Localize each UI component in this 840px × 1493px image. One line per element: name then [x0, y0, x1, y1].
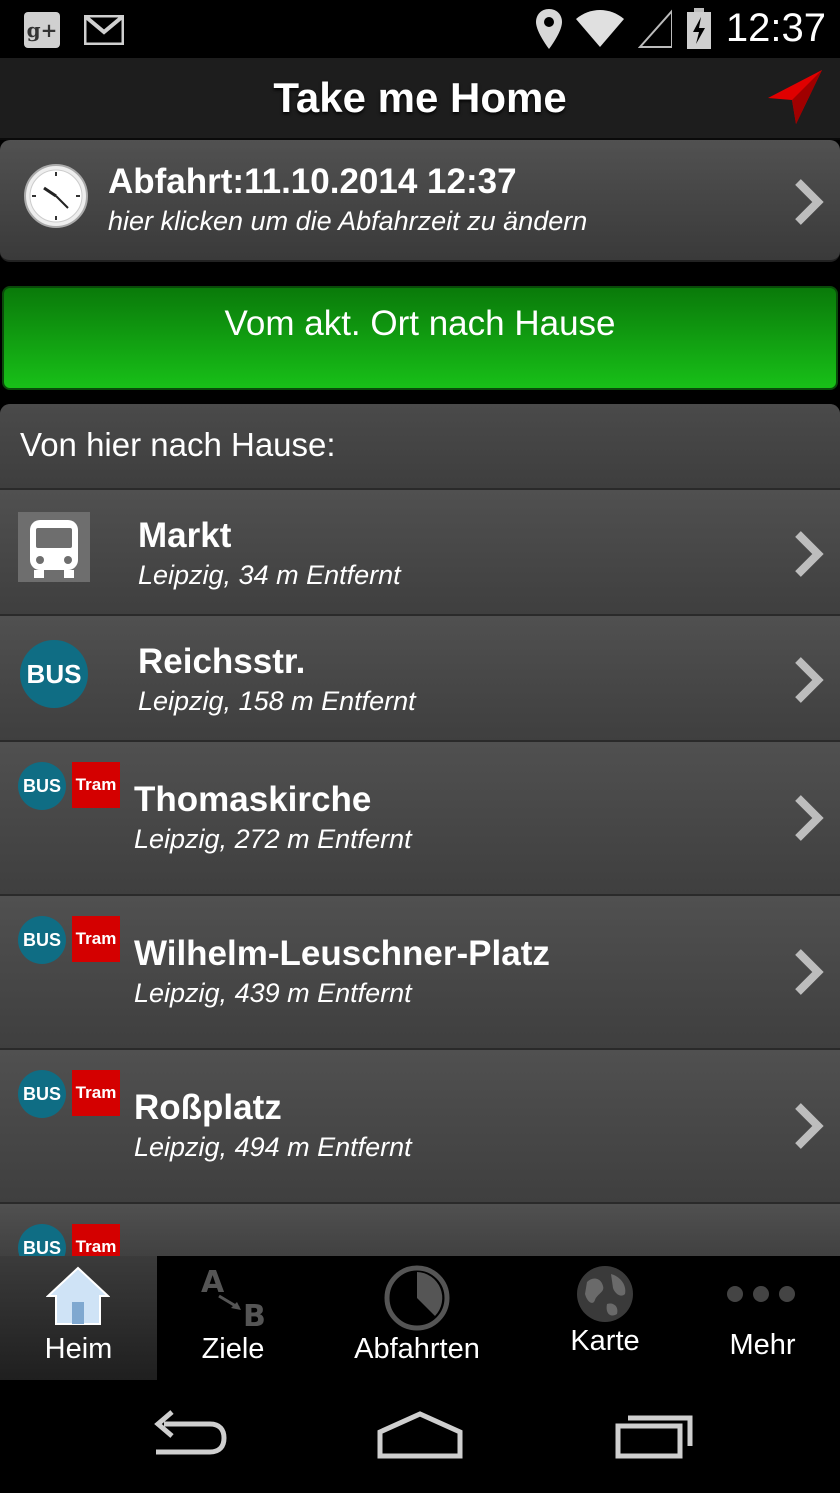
home-icon [46, 1266, 110, 1325]
globe-icon [577, 1266, 633, 1322]
list-item[interactable]: BUS Tram Wilhelm-Leuschner-Platz Leipzig… [0, 896, 840, 1050]
stop-name: Reichsstr. [138, 642, 306, 681]
tab-karte[interactable]: Karte [525, 1256, 685, 1380]
departure-time-card[interactable]: Abfahrt:11.10.2014 12:37 hier klicken um… [0, 140, 840, 262]
tab-ziele[interactable]: A B Ziele [157, 1256, 309, 1380]
google-plus-icon: g+ [24, 12, 60, 48]
stops-list-heading: Von hier nach Hause: [0, 404, 840, 490]
app-header: Take me Home [0, 58, 840, 140]
chevron-right-icon [795, 179, 824, 225]
svg-text:A: A [201, 1265, 225, 1300]
tab-mehr[interactable]: Mehr [685, 1256, 840, 1380]
home-nav-icon[interactable] [376, 1410, 464, 1460]
bus-stop-icon [18, 512, 90, 582]
list-item[interactable]: Markt Leipzig, 34 m Entfernt [0, 490, 840, 616]
signal-icon [637, 8, 672, 48]
stop-distance: Leipzig, 158 m Entfernt [138, 686, 416, 716]
more-dots-icon [727, 1286, 795, 1302]
tab-label: Mehr [729, 1329, 796, 1361]
tab-heim[interactable]: Heim [0, 1256, 157, 1380]
notification-icons: g+ [24, 12, 124, 48]
stop-name: Thomaskirche [134, 780, 372, 819]
stop-distance: Leipzig, 494 m Entfernt [134, 1132, 412, 1162]
wifi-icon [575, 9, 624, 47]
stop-distance: Leipzig, 272 m Entfernt [134, 824, 412, 854]
chevron-right-icon [795, 531, 824, 577]
go-home-button[interactable]: Vom akt. Ort nach Hause [2, 286, 838, 390]
clock-time: 12:37 [725, 6, 826, 50]
list-item[interactable]: BUS Tram Roßplatz Leipzig, 494 m Entfern… [0, 1050, 840, 1204]
page-title: Take me Home [273, 74, 567, 121]
chevron-right-icon [795, 657, 824, 703]
list-item[interactable]: BUS Tram Thomaskirche Leipzig, 272 m Ent… [0, 742, 840, 896]
clock-icon [24, 164, 88, 228]
list-item[interactable]: BUS Tram [0, 1204, 840, 1256]
tram-icon: Tram [72, 1070, 120, 1116]
tab-label: Heim [44, 1333, 113, 1365]
stop-name: Markt [138, 516, 232, 555]
stop-name: Roßplatz [134, 1088, 282, 1127]
system-icons: 12:37 [535, 6, 826, 51]
departure-time-hint: hier klicken um die Abfahrzeit zu ändern [108, 206, 588, 236]
tab-label: Karte [570, 1325, 640, 1357]
back-icon[interactable] [146, 1410, 228, 1460]
stop-distance: Leipzig, 34 m Entfernt [138, 560, 401, 590]
location-icon [535, 8, 562, 49]
a-to-b-icon: A B [201, 1265, 266, 1330]
battery-charging-icon [686, 7, 711, 49]
svg-text:B: B [243, 1299, 266, 1330]
bus-icon: BUS [18, 916, 66, 964]
gmail-icon [84, 15, 124, 45]
bottom-tab-bar: Heim A B Ziele Abfahrten Karte Mehr [0, 1256, 840, 1380]
recents-icon[interactable] [614, 1410, 698, 1460]
tab-label: Abfahrten [354, 1333, 480, 1365]
bus-icon: BUS [18, 762, 66, 810]
tram-icon: Tram [72, 1224, 120, 1256]
bus-icon: BUS [18, 1224, 66, 1256]
departure-time-title: Abfahrt:11.10.2014 12:37 [108, 162, 517, 201]
chevron-right-icon [795, 795, 824, 841]
list-item[interactable]: BUS Reichsstr. Leipzig, 158 m Entfernt [0, 616, 840, 742]
system-nav-bar [0, 1380, 840, 1493]
status-bar: g+ 12:37 [0, 0, 840, 58]
bus-icon: BUS [20, 640, 88, 708]
tab-label: Ziele [201, 1333, 265, 1365]
clock-pie-icon [384, 1265, 450, 1331]
stop-name: Wilhelm-Leuschner-Platz [134, 934, 550, 973]
navigation-arrow-icon[interactable] [764, 68, 824, 128]
tram-icon: Tram [72, 916, 120, 962]
tram-icon: Tram [72, 762, 120, 808]
chevron-right-icon [795, 949, 824, 995]
stop-distance: Leipzig, 439 m Entfernt [134, 978, 412, 1008]
stops-list: Von hier nach Hause: Markt Leipzig, 34 m… [0, 404, 840, 1256]
chevron-right-icon [795, 1103, 824, 1149]
tab-abfahrten[interactable]: Abfahrten [309, 1256, 525, 1380]
bus-icon: BUS [18, 1070, 66, 1118]
